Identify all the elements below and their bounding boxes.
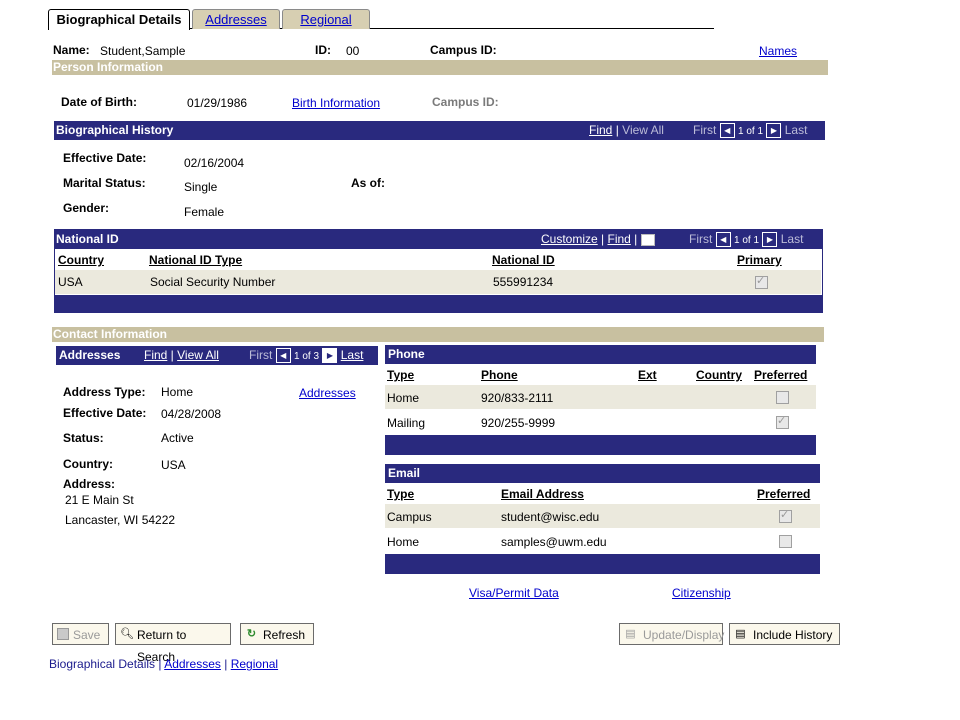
table-row: USA Social Security Number 555991234 <box>55 270 821 294</box>
marital-status-value: Single <box>184 180 218 194</box>
search-icon: 🔍︎ <box>120 628 134 640</box>
effective-date-value: 02/16/2004 <box>184 156 245 170</box>
addresses-next-arrow-icon[interactable]: ▶ <box>322 348 338 364</box>
phone-footer-bar <box>385 435 816 455</box>
address-country-label: Country: <box>63 457 113 471</box>
phone-col-type[interactable]: Type <box>387 368 414 382</box>
national-id-find-link[interactable]: Find <box>607 232 630 246</box>
col-national-id[interactable]: National ID <box>492 253 555 267</box>
bio-row-range: 1 of 1 <box>738 126 764 137</box>
id-value: 00 <box>346 44 360 58</box>
dob-value: 01/29/1986 <box>187 96 248 110</box>
address-status-label: Status: <box>63 431 104 445</box>
address-type-value: Home <box>161 385 194 399</box>
address-effective-date-label: Effective Date: <box>63 406 147 420</box>
bio-next-arrow-icon: ▶ <box>766 123 782 139</box>
person-campus-id-label: Campus ID: <box>432 95 499 109</box>
dob-label: Date of Birth: <box>61 95 137 109</box>
bio-prev-arrow-icon: ◀ <box>719 123 735 139</box>
email-footer-bar <box>385 554 820 574</box>
table-row: Campus student@wisc.edu <box>385 504 820 528</box>
citizenship-link[interactable]: Citizenship <box>672 586 731 600</box>
email-home-preferred-checkbox[interactable] <box>779 535 792 548</box>
phone-header: Phone <box>385 345 816 364</box>
refresh-button[interactable]: ↻ Refresh <box>240 623 314 645</box>
include-history-icon: ▤ <box>735 628 746 640</box>
phone-col-preferred[interactable]: Preferred <box>754 368 807 382</box>
birth-information-link[interactable]: Birth Information <box>292 96 380 110</box>
national-id-next-arrow-icon: ▶ <box>762 232 778 248</box>
footer-addresses-link[interactable]: Addresses <box>164 657 221 671</box>
marital-status-label: Marital Status: <box>63 176 146 190</box>
include-history-button[interactable]: ▤ Include History <box>729 623 840 645</box>
update-display-icon: ▤ <box>625 628 636 640</box>
footer-current-page: Biographical Details <box>49 657 156 671</box>
table-row: Mailing 920/255-9999 <box>385 410 816 434</box>
footer-regional-link[interactable]: Regional <box>231 657 278 671</box>
address-label: Address: <box>63 477 116 491</box>
as-of-label: As of: <box>351 176 385 190</box>
addresses-link[interactable]: Addresses <box>299 386 356 400</box>
save-icon <box>57 628 69 640</box>
address-line2: Lancaster, WI 54222 <box>65 513 176 527</box>
col-country[interactable]: Country <box>58 253 104 267</box>
address-country-value: USA <box>161 458 186 472</box>
table-row: Home samples@uwm.edu <box>385 529 820 553</box>
campus-id-label: Campus ID: <box>430 43 497 57</box>
bio-find-link[interactable]: Find <box>589 123 612 137</box>
address-line1: 21 E Main St <box>65 493 134 507</box>
effective-date-label: Effective Date: <box>63 151 147 165</box>
col-primary[interactable]: Primary <box>737 253 782 267</box>
national-id-prev-arrow-icon: ◀ <box>715 232 731 248</box>
return-to-search-button[interactable]: 🔍︎ Return to Search <box>115 623 231 664</box>
phone-col-phone[interactable]: Phone <box>481 368 518 382</box>
email-header: Email <box>385 464 820 483</box>
footer-nav: Biographical Details | Addresses | Regio… <box>49 657 279 671</box>
address-type-label: Address Type: <box>63 385 146 399</box>
grid-download-icon[interactable] <box>640 233 655 246</box>
email-col-preferred[interactable]: Preferred <box>757 487 810 501</box>
phone-home-preferred-checkbox[interactable] <box>776 391 789 404</box>
refresh-icon: ↻ <box>246 628 257 640</box>
update-display-button[interactable]: ▤ Update/Display <box>619 623 724 645</box>
biographical-history-header: Biographical History Find | View All Fir… <box>54 121 825 140</box>
addresses-prev-arrow-icon: ◀ <box>275 348 291 364</box>
addresses-find-link[interactable]: Find <box>144 348 167 362</box>
addresses-header: Addresses Find | View All First ◀ 1 of 3… <box>56 346 378 365</box>
tab-biographical-details[interactable]: Biographical Details <box>48 9 190 30</box>
tab-regional[interactable]: Regional <box>282 9 370 29</box>
phone-mailing-preferred-checkbox[interactable] <box>776 414 789 429</box>
name-value: Student,Sample <box>100 44 186 58</box>
addresses-last-link[interactable]: Last <box>341 348 364 362</box>
email-campus-preferred-checkbox[interactable] <box>779 508 792 523</box>
address-status-value: Active <box>161 431 194 445</box>
visa-permit-data-link[interactable]: Visa/Permit Data <box>469 586 559 600</box>
gender-value: Female <box>184 205 225 219</box>
phone-col-ext[interactable]: Ext <box>638 368 657 382</box>
primary-checkbox[interactable] <box>755 274 768 289</box>
bio-view-all: View All <box>622 123 664 137</box>
name-label: Name: <box>53 43 90 57</box>
table-row: Home 920/833-2111 <box>385 385 816 409</box>
address-effective-date-value: 04/28/2008 <box>161 407 222 421</box>
phone-col-country[interactable]: Country <box>696 368 742 382</box>
addresses-view-all-link[interactable]: View All <box>177 348 219 362</box>
save-button[interactable]: Save <box>52 623 109 645</box>
person-information-header: Person Information <box>52 60 828 75</box>
gender-label: Gender: <box>63 201 110 215</box>
col-national-id-type[interactable]: National ID Type <box>149 253 242 267</box>
tab-addresses[interactable]: Addresses <box>192 9 280 29</box>
id-label: ID: <box>315 43 331 57</box>
national-id-footer-bar <box>55 295 822 312</box>
names-link[interactable]: Names <box>759 44 797 58</box>
national-id-header: National ID Customize | Find | First ◀ 1… <box>55 230 822 249</box>
email-col-type[interactable]: Type <box>387 487 414 501</box>
email-col-address[interactable]: Email Address <box>501 487 584 501</box>
contact-information-header: Contact Information <box>52 327 824 342</box>
national-id-customize-link[interactable]: Customize <box>541 232 598 246</box>
